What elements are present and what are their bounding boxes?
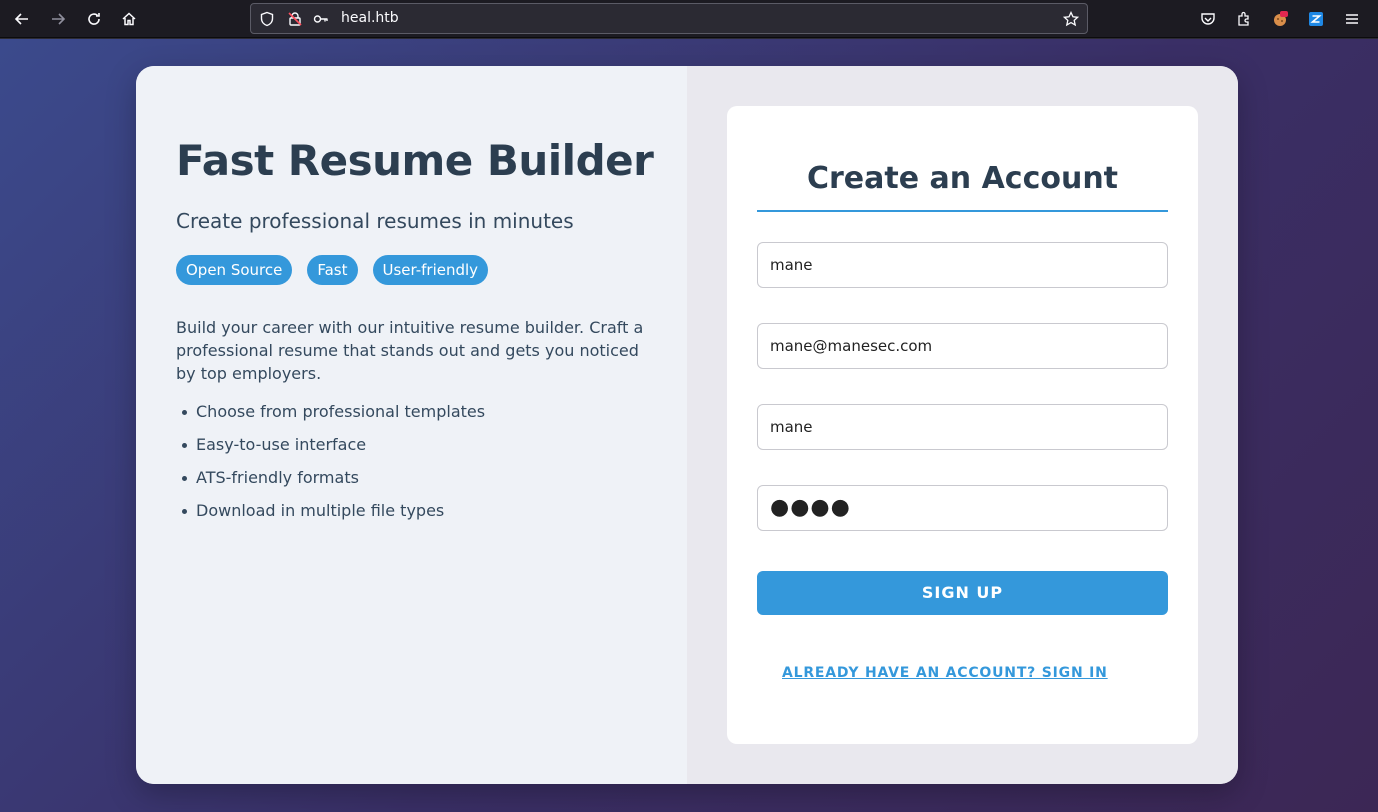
tag-user-friendly: User-friendly [372,255,489,285]
home-icon[interactable] [117,7,141,31]
tag-open-source: Open Source [176,255,293,285]
feature-item: Easy-to-use interface [176,434,485,467]
extension-cookie-icon[interactable] [1268,7,1292,31]
forward-icon[interactable] [46,7,70,31]
feature-item: ATS-friendly formats [176,467,485,500]
key-icon[interactable] [313,11,329,27]
shield-icon[interactable] [259,11,275,27]
signup-button[interactable]: SIGN UP [757,571,1168,615]
bookmark-star-icon[interactable] [1063,11,1079,27]
feature-item: Choose from professional templates [176,401,485,434]
username-input[interactable]: mane [757,404,1168,450]
password-input[interactable]: ●●●● [757,485,1168,531]
menu-icon[interactable] [1340,7,1364,31]
feature-item: Download in multiple file types [176,500,485,533]
signin-link[interactable]: ALREADY HAVE AN ACCOUNT? SIGN IN [782,665,1108,681]
form-title: Create an Account [806,161,1119,196]
back-icon[interactable] [10,7,34,31]
hero-panel: Fast Resume Builder Create professional … [136,66,687,784]
page-background: Fast Resume Builder Create professional … [0,39,1378,812]
hero-description: Build your career with our intuitive res… [176,318,644,383]
url-bar[interactable]: heal.htb [250,3,1088,34]
browser-toolbar: heal.htb [0,0,1378,38]
url-text: heal.htb [341,10,399,26]
reload-icon[interactable] [82,7,106,31]
signup-form: Create an Account mane mane@manesec.com … [727,106,1198,744]
signup-card: Fast Resume Builder Create professional … [136,66,1238,784]
feature-list: Choose from professional templates Easy-… [176,401,485,533]
pocket-icon[interactable] [1196,7,1220,31]
tag-fast: Fast [307,255,358,285]
extensions-icon[interactable] [1232,7,1256,31]
hero-subtitle: Create professional resumes in minutes [176,209,574,233]
email-input[interactable]: mane@manesec.com [757,323,1168,369]
tag-list: Open Source Fast User-friendly [176,255,489,285]
form-panel: Create an Account mane mane@manesec.com … [687,66,1238,784]
fullname-input[interactable]: mane [757,242,1168,288]
insecure-lock-icon[interactable] [287,11,303,27]
extension-z-icon[interactable] [1304,7,1328,31]
title-underline [757,210,1168,212]
hero-title: Fast Resume Builder [176,136,654,185]
